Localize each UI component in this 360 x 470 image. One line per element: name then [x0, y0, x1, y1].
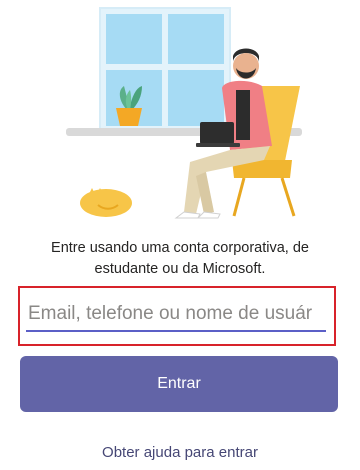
help-signin-link[interactable]: Obter ajuda para entrar — [0, 444, 360, 461]
email-phone-username-input[interactable] — [26, 298, 326, 332]
sleeping-cat-icon — [80, 188, 132, 217]
welcome-illustration — [66, 7, 302, 219]
signin-button[interactable]: Entrar — [20, 356, 338, 412]
window-pane — [168, 14, 224, 64]
signin-prompt: Entre usando uma conta corporativa, de e… — [51, 240, 309, 277]
window-pane — [106, 14, 162, 64]
window-pane — [168, 70, 224, 126]
laptop-icon — [196, 122, 240, 147]
highlighted-input-box — [18, 286, 336, 346]
